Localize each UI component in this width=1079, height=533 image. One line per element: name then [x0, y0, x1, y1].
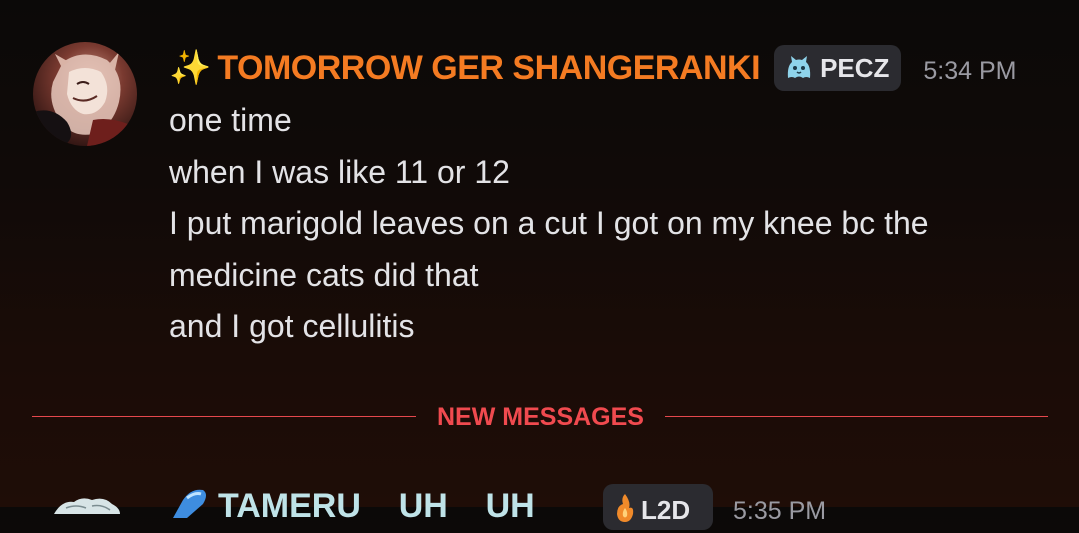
username[interactable]: TOMORROW GER SHANGERANKI	[217, 49, 760, 88]
role-tag-label: PECZ	[820, 52, 890, 83]
new-messages-divider: NEW MESSAGES	[32, 399, 1048, 435]
message-line: when I was like 11 or 12	[169, 153, 510, 190]
chat-message: TAMERU UH UH L2D 5:35 PM	[0, 478, 1079, 530]
blue-crystal-icon	[173, 489, 206, 518]
user-avatar[interactable]	[33, 42, 137, 146]
message-line: and I got cellulitis	[169, 308, 415, 344]
role-tag[interactable]: L2D	[603, 484, 713, 530]
role-tag-label: L2D	[641, 495, 691, 525]
message-timestamp[interactable]: 5:34 PM	[923, 57, 1016, 86]
username[interactable]: TAMERU UH UH	[218, 486, 535, 526]
new-messages-label: NEW MESSAGES	[437, 403, 644, 431]
role-tag[interactable]: PECZ	[774, 45, 902, 91]
message-body: one time when I was like 11 or 12 I put …	[169, 95, 1049, 353]
divider-line	[665, 416, 1048, 417]
message-header: ✨ TOMORROW GER SHANGERANKI PECZ 5:34 PM	[169, 44, 1017, 92]
message-line: I put marigold leaves on a cut I got on …	[169, 205, 929, 241]
flame-icon	[617, 494, 634, 522]
sparkles-icon: ✨	[169, 48, 212, 88]
divider-line	[32, 416, 416, 417]
message-timestamp[interactable]: 5:35 PM	[733, 491, 826, 531]
avatar-image	[33, 42, 137, 146]
user-avatar[interactable]	[52, 494, 122, 514]
message-line: medicine cats did that	[169, 256, 479, 293]
message-line: one time	[169, 102, 292, 138]
ghost-cat-icon	[787, 56, 811, 78]
